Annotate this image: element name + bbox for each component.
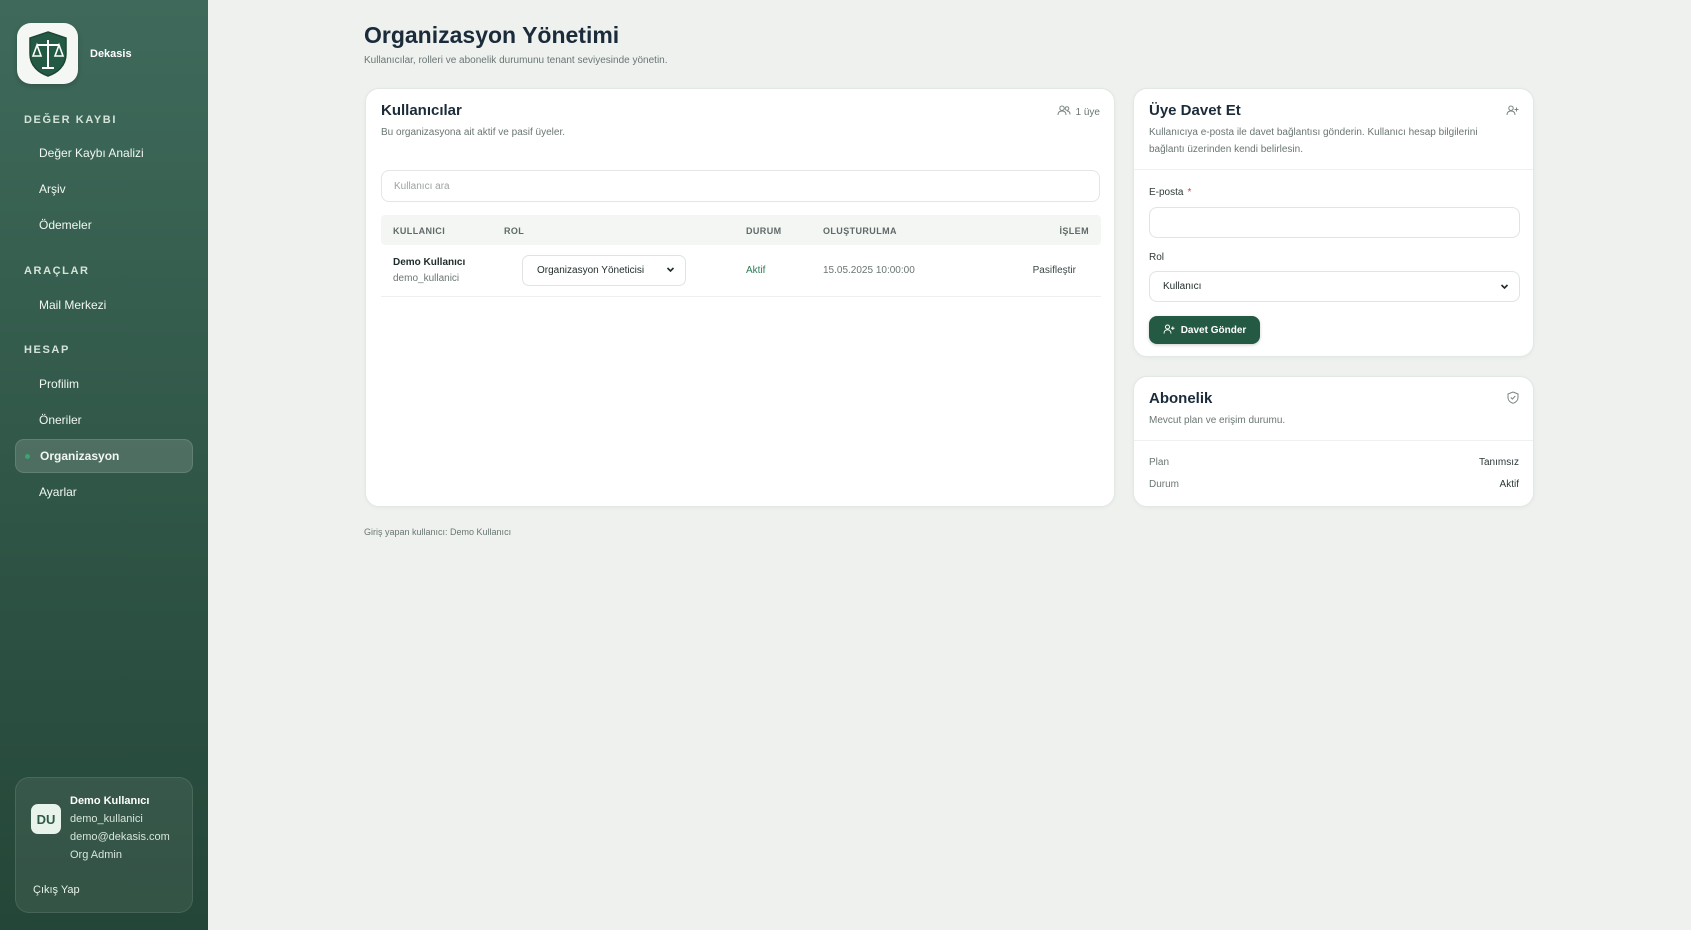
email-field-label: E-posta *	[1149, 187, 1191, 198]
member-count: 1 üye	[1057, 103, 1100, 121]
status-badge: Aktif	[746, 265, 766, 276]
sidebar-item-organizasyon[interactable]: Organizasyon	[15, 439, 193, 473]
role-field-label: Rol	[1149, 252, 1165, 263]
role-select-value: Kullanıcı	[1163, 281, 1202, 292]
required-mark: *	[1187, 187, 1192, 198]
sidebar-item-label: Ödemeler	[39, 218, 92, 232]
users-card-description: Bu organizasyona ait aktif ve pasif üyel…	[381, 127, 565, 138]
users-card: Kullanıcılar Bu organizasyona ait aktif …	[365, 88, 1115, 507]
user-search-input[interactable]	[381, 170, 1100, 202]
avatar: DU	[31, 804, 61, 834]
subscription-card: Abonelik Mevcut plan ve erişim durumu. P…	[1133, 376, 1534, 507]
sidebar-item-oneriler[interactable]: Öneriler	[15, 403, 193, 437]
sidebar-item-label: Arşiv	[39, 182, 66, 196]
sidebar-item-odemeler[interactable]: Ödemeler	[15, 208, 193, 242]
invite-card-title: Üye Davet Et	[1149, 102, 1241, 119]
brand[interactable]: Dekasis	[17, 23, 132, 84]
plan-label: Plan	[1149, 457, 1170, 468]
invite-divider	[1134, 169, 1533, 170]
logout-link[interactable]: Çıkış Yap	[33, 884, 80, 896]
sidebar-item-label: Organizasyon	[40, 449, 120, 463]
chevron-down-icon	[1499, 281, 1510, 295]
role-select[interactable]: Kullanıcı	[1149, 271, 1520, 302]
user-card: DU Demo Kullanıcı demo_kullanici demo@de…	[15, 777, 193, 913]
user-role: Org Admin	[70, 849, 122, 861]
row-created-at: 15.05.2025 10:00:00	[823, 265, 915, 276]
page-subtitle: Kullanıcılar, rolleri ve abonelik durumu…	[364, 55, 668, 66]
brand-name: Dekasis	[90, 47, 132, 60]
sidebar-item-profilim[interactable]: Profilim	[15, 367, 193, 401]
users-card-title: Kullanıcılar	[381, 102, 462, 119]
user-email: demo@dekasis.com	[70, 831, 170, 843]
sidebar-item-deger-kaybi-analizi[interactable]: Değer Kaybı Analizi	[15, 136, 193, 170]
nav-section-araclar: ARAÇLAR	[24, 265, 90, 277]
row-role-value: Organizasyon Yöneticisi	[537, 265, 645, 276]
chevron-down-icon	[665, 264, 676, 278]
users-table-header: KULLANICI ROL DURUM OLUŞTURULMA İŞLEM	[381, 215, 1101, 245]
shield-scales-icon	[17, 23, 78, 84]
table-row: Demo Kullanıcı demo_kullanici Organizasy…	[381, 245, 1101, 297]
users-icon	[1057, 103, 1071, 121]
invite-card-description: Kullanıcıya e-posta ile davet bağlantısı…	[1149, 127, 1478, 155]
subscription-card-description: Mevcut plan ve erişim durumu.	[1149, 415, 1286, 426]
invite-card: Üye Davet Et Kullanıcıya e-posta ile dav…	[1133, 88, 1534, 357]
send-invite-button[interactable]: Davet Gönder	[1149, 316, 1260, 344]
user-plus-icon	[1163, 324, 1175, 337]
send-invite-label: Davet Gönder	[1180, 324, 1247, 336]
row-user-name: Demo Kullanıcı	[393, 257, 466, 268]
nav-section-hesap: HESAP	[24, 344, 70, 356]
sidebar-item-label: Profilim	[39, 377, 80, 391]
sidebar-item-label: Öneriler	[39, 413, 82, 427]
sidebar-item-label: Mail Merkezi	[39, 298, 107, 312]
active-indicator	[25, 454, 30, 459]
subscription-card-title: Abonelik	[1149, 390, 1213, 407]
column-header-olusturulma: OLUŞTURULMA	[823, 226, 897, 236]
subscription-status-label: Durum	[1149, 479, 1180, 490]
email-field[interactable]	[1149, 207, 1520, 238]
user-plus-icon	[1506, 103, 1519, 121]
sidebar-item-mail-merkezi[interactable]: Mail Merkezi	[15, 288, 193, 322]
subscription-status-value: Aktif	[1499, 479, 1519, 490]
logged-in-user-note: Giriş yapan kullanıcı: Demo Kullanıcı	[364, 527, 512, 537]
page-title: Organizasyon Yönetimi	[364, 22, 620, 48]
subscription-divider	[1134, 440, 1533, 441]
user-username: demo_kullanici	[70, 813, 143, 825]
sidebar-item-ayarlar[interactable]: Ayarlar	[15, 475, 193, 509]
plan-value: Tanımsız	[1478, 457, 1519, 468]
sidebar-item-arsiv[interactable]: Arşiv	[15, 172, 193, 206]
row-user-username: demo_kullanici	[393, 273, 460, 284]
column-header-durum: DURUM	[746, 226, 782, 236]
user-name: Demo Kullanıcı	[70, 795, 150, 807]
shield-check-icon	[1507, 391, 1519, 409]
column-header-islem: İŞLEM	[1059, 226, 1089, 236]
sidebar-item-label: Değer Kaybı Analizi	[39, 146, 144, 160]
nav-section-deger-kaybi: DEĞER KAYBI	[24, 114, 117, 126]
member-count-label: 1 üye	[1075, 106, 1100, 118]
sidebar-item-label: Ayarlar	[39, 485, 77, 499]
email-label-text: E-posta	[1149, 187, 1184, 198]
column-header-rol: ROL	[504, 226, 525, 236]
column-header-kullanici: KULLANICI	[393, 226, 446, 236]
row-role-select[interactable]: Organizasyon Yöneticisi	[522, 255, 686, 286]
sidebar: Dekasis DEĞER KAYBI Değer Kaybı Analizi …	[0, 0, 208, 930]
deactivate-button[interactable]: Pasifleştir	[1033, 265, 1076, 276]
